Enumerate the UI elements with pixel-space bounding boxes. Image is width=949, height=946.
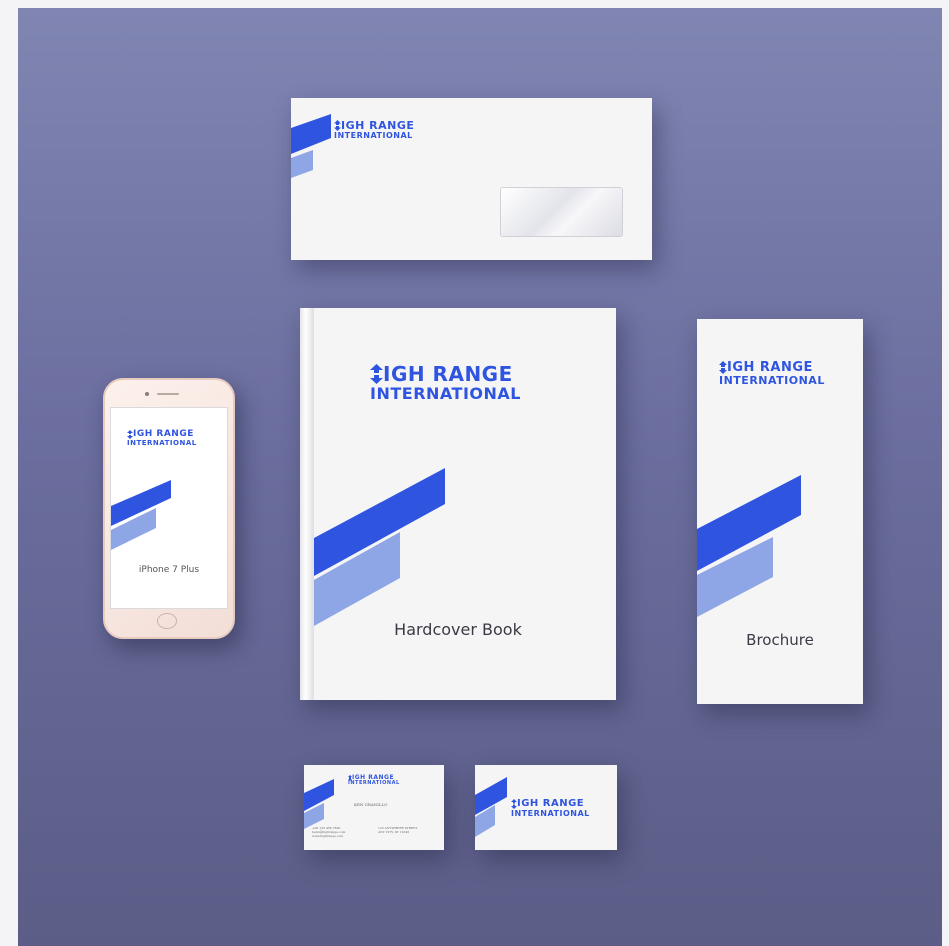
up-down-arrow-icon (370, 364, 383, 384)
envelope-logo-line2: INTERNATIONAL (334, 131, 413, 140)
envelope-stripes (291, 114, 331, 178)
phone-logo-line1: IGH RANGE (133, 429, 194, 439)
book-logo-line1: IGH RANGE (383, 362, 513, 386)
book-logo: IGH RANGE INTERNATIONAL (370, 364, 521, 402)
card2-stripes (475, 777, 507, 837)
iphone-mockup: IGH RANGE INTERNATIONAL iPhone 7 Plus (103, 378, 235, 639)
phone-caption: iPhone 7 Plus (138, 565, 200, 575)
phone-logo-line2: INTERNATIONAL (127, 439, 197, 447)
card-contact-left-3: www.highrange.com (312, 834, 344, 838)
home-button-icon (157, 613, 177, 629)
card2-logo: IGH RANGE INTERNATIONAL (511, 799, 590, 818)
business-card-back: IGH RANGE INTERNATIONAL KEN GRANILLO +00… (304, 765, 444, 850)
phone-earpiece (157, 393, 179, 395)
envelope-window (500, 187, 623, 237)
card-stripes (304, 779, 334, 829)
card2-logo-line2: INTERNATIONAL (511, 809, 590, 818)
phone-logo: IGH RANGE INTERNATIONAL (127, 430, 197, 447)
brochure-stripes (697, 475, 801, 617)
card2-logo-line1: IGH RANGE (517, 798, 585, 809)
brochure-logo-line1: IGH RANGE (727, 360, 813, 375)
brochure-logo: IGH RANGE INTERNATIONAL (719, 361, 825, 386)
book-caption: Hardcover Book (394, 620, 522, 639)
brochure-mockup: IGH RANGE INTERNATIONAL Brochure (697, 319, 863, 704)
camera-icon (145, 392, 149, 396)
phone-stripes (111, 480, 171, 550)
card-logo-line2: INTERNATIONAL (348, 780, 400, 786)
card-person-name: KEN GRANILLO (354, 802, 388, 807)
book-logo-line2: INTERNATIONAL (370, 384, 521, 403)
business-card-front: IGH RANGE INTERNATIONAL (475, 765, 617, 850)
up-down-arrow-icon (719, 361, 727, 374)
envelope-logo: IGH RANGE INTERNATIONAL (334, 120, 414, 140)
brochure-logo-line2: INTERNATIONAL (719, 374, 825, 387)
hardcover-book-mockup: IGH RANGE INTERNATIONAL Hardcover Book (300, 308, 616, 700)
envelope-mockup: IGH RANGE INTERNATIONAL (291, 98, 652, 260)
book-stripes (314, 468, 445, 626)
phone-screen: IGH RANGE INTERNATIONAL iPhone 7 Plus (110, 407, 228, 609)
card-contact-right-2: ANY CITY, ST 12345 (378, 830, 410, 834)
card-logo: IGH RANGE INTERNATIONAL (348, 775, 400, 786)
up-down-arrow-icon (334, 120, 341, 131)
mockup-canvas: IGH RANGE INTERNATIONAL IGH RANGE INTERN… (18, 8, 942, 946)
brochure-caption: Brochure (746, 631, 814, 649)
